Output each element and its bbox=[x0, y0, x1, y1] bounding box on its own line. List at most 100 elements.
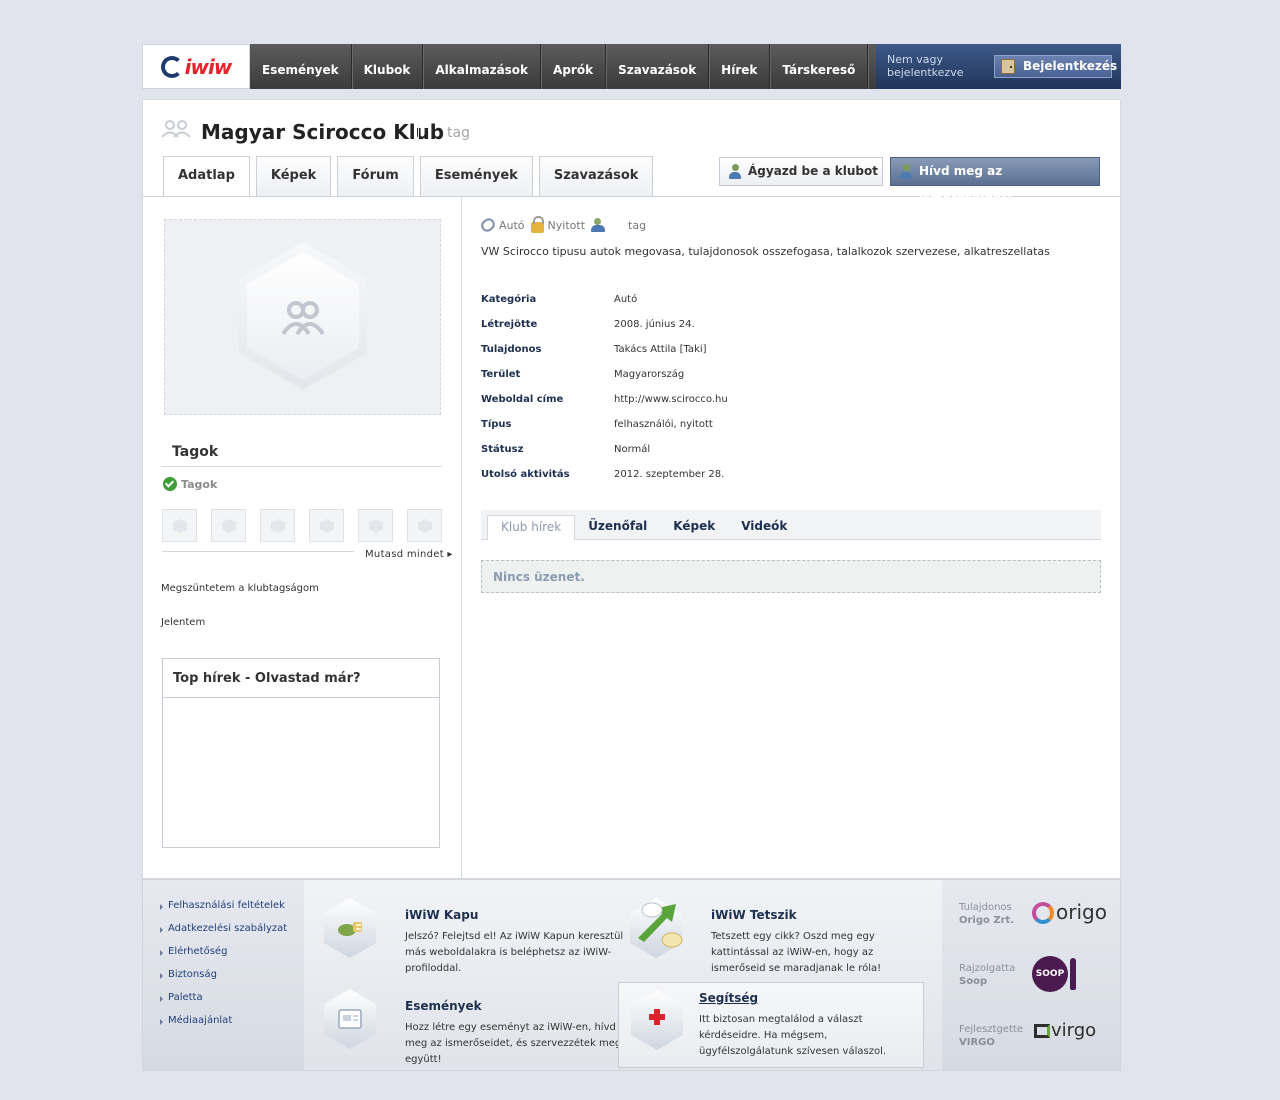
info-row: Kategória Autó bbox=[481, 294, 728, 319]
footer-link-contact[interactable]: Elérhetőség bbox=[160, 946, 304, 969]
subtab-message-wall[interactable]: Üzenőfal bbox=[575, 515, 660, 540]
tab-pictures[interactable]: Képek bbox=[255, 156, 332, 196]
embed-club-label: Ágyazd be a klubot bbox=[748, 164, 878, 178]
members-link[interactable]: Tagok bbox=[163, 477, 218, 491]
club-tag: tag bbox=[418, 125, 470, 141]
sponsor-role: Fejlesztgette bbox=[959, 1024, 1023, 1035]
report-link[interactable]: Jelentem bbox=[161, 617, 205, 628]
help-link[interactable]: Segítség bbox=[699, 991, 758, 1005]
member-avatar[interactable] bbox=[358, 509, 393, 542]
promo-title: iWiW Tetszik bbox=[711, 908, 797, 922]
login-status-text: Nem vagy bejelentkezve bbox=[887, 53, 964, 79]
info-label: Típus bbox=[481, 419, 512, 430]
embed-club-button[interactable]: Ágyazd be a klubot bbox=[719, 157, 883, 186]
page-title: Magyar Scirocco Klub bbox=[201, 120, 445, 144]
footer-link-terms[interactable]: Felhasználási feltételek bbox=[160, 900, 304, 923]
virgo-mark-icon bbox=[1034, 1024, 1050, 1038]
nav-item-polls[interactable]: Szavazások bbox=[606, 44, 710, 89]
club-info-table: Kategória Autó Létrejötte 2008. június 24.… bbox=[481, 294, 728, 494]
member-avatar[interactable] bbox=[407, 509, 442, 542]
footer-promos: iWiW Kapu Jelszó? Felejtsd el! Az iWiW K… bbox=[304, 880, 942, 1070]
leave-club-link[interactable]: Megszüntetem a klubtagságom bbox=[161, 583, 319, 594]
origo-logo[interactable]: origo bbox=[1032, 900, 1107, 924]
door-icon bbox=[1001, 59, 1015, 74]
member-avatar[interactable] bbox=[162, 509, 197, 542]
medical-cross-icon bbox=[649, 1009, 665, 1025]
invite-friends-label: Hívd meg az ismerőseidet! bbox=[919, 164, 1013, 205]
info-label: Kategória bbox=[481, 294, 537, 305]
footer-link-privacy[interactable]: Adatkezelési szabályzat bbox=[160, 923, 304, 946]
club-description: VW Scirocco tipusu autok megovasa, tulaj… bbox=[481, 245, 1050, 258]
club-group-icon bbox=[161, 120, 191, 138]
member-avatar[interactable] bbox=[211, 509, 246, 542]
top-navigation-bar: iwiw Események Klubok Alkalmazások Aprók… bbox=[142, 44, 1121, 89]
calendar-icon bbox=[338, 1009, 362, 1029]
nav-item-events[interactable]: Események bbox=[250, 44, 352, 89]
info-row: Weboldal címe http://www.scirocco.hu bbox=[481, 394, 728, 419]
person-icon bbox=[728, 164, 742, 180]
nav-item-dating[interactable]: Társkereső bbox=[770, 44, 869, 89]
info-row: Típus felhasználói, nyitott bbox=[481, 419, 728, 444]
footer-sponsors: Tulajdonos Origo Zrt. origo Rajzolgatta … bbox=[942, 880, 1120, 1070]
footer-link-palette[interactable]: Paletta bbox=[160, 992, 304, 1015]
promo-help[interactable]: Segítség Itt biztosan megtalálod a válas… bbox=[618, 982, 924, 1068]
meta-category[interactable]: Autó bbox=[499, 219, 525, 232]
sponsor-developer: Fejlesztgette VIRGO bbox=[959, 1023, 1023, 1049]
club-page: Magyar Scirocco Klub tag Adatlap Képek F… bbox=[142, 99, 1121, 879]
promo-iwiw-tetszik[interactable]: iWiW Tetszik Tetszett egy cikk? Oszd meg… bbox=[624, 888, 924, 974]
club-tabs: Adatlap Képek Fórum Események Szavazások bbox=[163, 156, 659, 197]
footer-links: Felhasználási feltételek Adatkezelési sz… bbox=[143, 880, 304, 1070]
promo-title: iWiW Kapu bbox=[405, 908, 479, 922]
info-row: Tulajdonos Takács Attila [Taki] bbox=[481, 344, 728, 369]
info-value: Magyarország bbox=[614, 369, 685, 380]
website-link[interactable]: http://www.scirocco.hu bbox=[614, 394, 728, 419]
tab-profile[interactable]: Adatlap bbox=[163, 156, 250, 197]
iwiw-logo[interactable]: iwiw bbox=[142, 44, 250, 89]
footer-link-media[interactable]: Médiaajánlat bbox=[160, 1015, 304, 1038]
info-row: Létrejötte 2008. június 24. bbox=[481, 319, 728, 344]
tab-events[interactable]: Események bbox=[419, 156, 533, 196]
origo-swirl-icon bbox=[1032, 902, 1054, 924]
sponsor-name: VIRGO bbox=[959, 1037, 995, 1048]
subtab-videos[interactable]: Videók bbox=[728, 515, 800, 540]
virgo-logo[interactable]: virgo bbox=[1034, 1020, 1096, 1041]
meta-openness: Nyitott bbox=[547, 218, 586, 232]
nav-item-news[interactable]: Hírek bbox=[709, 44, 771, 89]
promo-text: Itt biztosan megtalálod a választ kérdés… bbox=[699, 1014, 887, 1057]
tab-forum[interactable]: Fórum bbox=[337, 156, 414, 196]
members-link-label: Tagok bbox=[181, 478, 218, 491]
origo-logo-text: origo bbox=[1056, 900, 1107, 924]
footer-link-security[interactable]: Biztonság bbox=[160, 969, 304, 992]
share-arrows-icon bbox=[638, 902, 683, 948]
subtab-club-news[interactable]: Klub hírek bbox=[487, 515, 576, 540]
tab-polls[interactable]: Szavazások bbox=[538, 156, 654, 196]
promo-title: Események bbox=[405, 999, 482, 1013]
nav-item-apps[interactable]: Alkalmazások bbox=[423, 44, 542, 89]
nav-item-classifieds[interactable]: Aprók bbox=[541, 44, 607, 89]
meta-tag: tag bbox=[628, 218, 647, 232]
invite-friends-button[interactable]: Hívd meg az ismerőseidet! bbox=[890, 157, 1100, 205]
sponsor-role: Tulajdonos bbox=[959, 902, 1012, 913]
info-label: Utolsó aktivitás bbox=[481, 469, 570, 480]
promo-events[interactable]: Események Hozz létre egy eseményt az iWi… bbox=[318, 979, 621, 1065]
show-all-members-link[interactable]: Mutasd mindet ▸ bbox=[365, 549, 453, 560]
person-icon bbox=[899, 164, 913, 180]
info-label: Terület bbox=[481, 369, 521, 380]
member-avatar[interactable] bbox=[260, 509, 295, 542]
promo-iwiw-kapu[interactable]: iWiW Kapu Jelszó? Felejtsd el! Az iWiW K… bbox=[318, 888, 623, 974]
sponsor-name: Origo Zrt. bbox=[959, 915, 1015, 926]
subtab-pictures[interactable]: Képek bbox=[660, 515, 728, 540]
info-value[interactable]: Takács Attila [Taki] bbox=[614, 344, 707, 369]
login-button[interactable]: Bejelentkezés bbox=[994, 55, 1117, 78]
logo-text: iwiw bbox=[184, 54, 233, 79]
info-value: Autó bbox=[614, 294, 638, 305]
sponsor-owner: Tulajdonos Origo Zrt. bbox=[959, 901, 1014, 927]
logo-mark-icon bbox=[160, 55, 183, 78]
member-avatar[interactable] bbox=[309, 509, 344, 542]
plug-icon bbox=[338, 922, 362, 936]
nav-item-clubs[interactable]: Klubok bbox=[352, 44, 424, 89]
group-icon bbox=[279, 300, 327, 336]
main-menu: Események Klubok Alkalmazások Aprók Szav… bbox=[250, 44, 869, 89]
members-section-title: Tagok bbox=[161, 436, 442, 467]
soop-logo[interactable]: SOOP bbox=[1032, 956, 1076, 992]
